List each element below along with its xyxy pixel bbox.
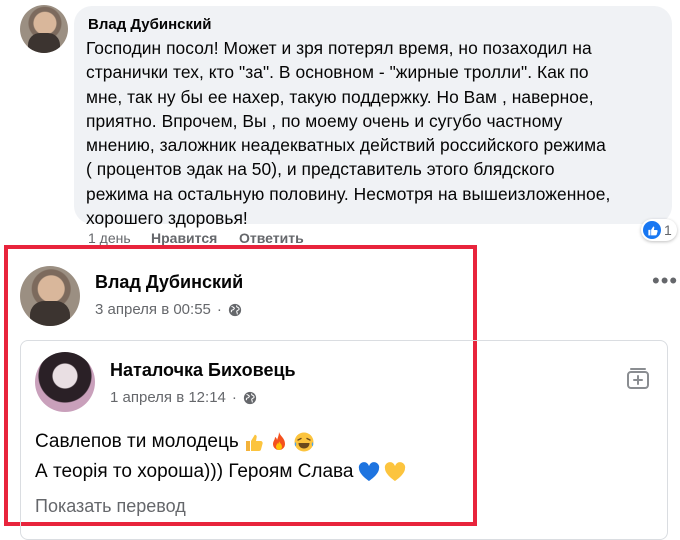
shared-author-name[interactable]: Наталочка Биховець <box>110 360 296 381</box>
post-timestamp[interactable]: 3 апреля в 00:55 <box>95 301 211 318</box>
show-translation-link[interactable]: Показать перевод <box>35 496 186 517</box>
shared-text-line-1: Савлепов ти молодець <box>35 431 315 453</box>
comment-text: Господин посол! Может и зря потерял врем… <box>86 38 611 229</box>
globe-icon <box>243 391 257 404</box>
more-options-icon[interactable]: ••• <box>652 270 678 292</box>
shared-text-line-2: А теорія то хороша))) Героям Слава <box>35 461 406 483</box>
post-author-avatar[interactable] <box>20 266 80 326</box>
shared-timestamp-row: 1 апреля в 12:14 · <box>110 389 257 406</box>
shared-author-avatar[interactable] <box>35 352 95 412</box>
thumbs-up-icon <box>643 221 661 239</box>
post-author-name[interactable]: Влад Дубинский <box>95 272 243 293</box>
laughing-emoji-icon <box>294 432 314 452</box>
separator-dot: · <box>216 301 222 318</box>
commenter-avatar[interactable] <box>20 5 68 53</box>
reaction-count: 1 <box>664 222 672 238</box>
comment-author-name[interactable]: Влад Дубинский <box>88 16 211 33</box>
reaction-count-badge[interactable]: 1 <box>641 219 677 241</box>
comment-timestamp[interactable]: 1 день <box>88 230 131 246</box>
shared-timestamp[interactable]: 1 апреля в 12:14 <box>110 389 226 406</box>
blue-heart-icon <box>358 462 379 481</box>
save-post-icon[interactable] <box>625 365 651 396</box>
globe-icon <box>228 303 242 316</box>
shared-text-2: А теорія то хороша))) Героям Слава <box>35 461 354 482</box>
yellow-heart-icon <box>384 462 405 481</box>
comment-like-button[interactable]: Нравится <box>151 230 217 246</box>
fire-emoji-icon <box>272 432 285 450</box>
shared-text-1: Савлепов ти молодець <box>35 431 239 452</box>
comment-reply-button[interactable]: Ответить <box>239 230 304 246</box>
separator-dot: · <box>231 389 237 406</box>
post-timestamp-row: 3 апреля в 00:55 · <box>95 301 242 318</box>
thumbs-up-emoji-icon <box>245 434 263 451</box>
